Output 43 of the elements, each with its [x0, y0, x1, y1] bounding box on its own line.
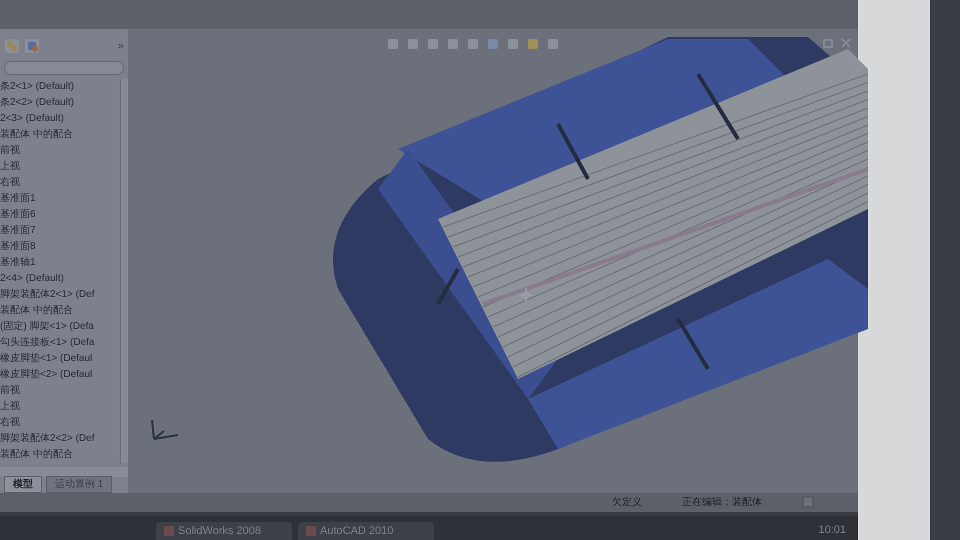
panel-tab[interactable]: 模型 — [4, 476, 42, 493]
tree-item[interactable]: 上视 — [0, 158, 120, 175]
tree-item[interactable]: 基准轴1 — [0, 254, 120, 271]
panel-toggle[interactable]: » — [118, 38, 124, 54]
close-icon[interactable] — [840, 36, 852, 49]
status-text: 欠定义 — [612, 496, 642, 510]
assembly-icon[interactable] — [4, 38, 20, 54]
tree-item[interactable]: 勾头连接板<1> (Defa — [0, 334, 120, 351]
tree-item[interactable]: 装配体 中的配合 — [0, 302, 120, 319]
horizontal-scrollbar[interactable] — [0, 466, 128, 477]
tree-item[interactable]: 橡皮脚垫<1> (Defaul — [0, 350, 120, 367]
tree-item[interactable]: 基准面7 — [0, 222, 120, 239]
app-icon — [164, 526, 174, 536]
tree-item[interactable]: 条2<1> (Default) — [0, 78, 120, 95]
tree-item[interactable]: 前视 — [0, 142, 120, 159]
tree-item[interactable]: 前视 — [0, 382, 120, 399]
tree-item[interactable]: 基准面6 — [0, 206, 120, 223]
tree-item[interactable]: 2<3> (Default) — [0, 110, 120, 127]
tree-item[interactable]: (固定) 脚架<1> (Defa — [0, 318, 120, 335]
clock: 10:01 — [818, 522, 846, 538]
taskbar-button[interactable]: SolidWorks 2008 — [156, 522, 292, 540]
tree-item[interactable]: 装配体 中的配合 — [0, 126, 120, 143]
scrollbar[interactable] — [120, 78, 128, 463]
filter-field[interactable] — [4, 60, 124, 75]
tree-item[interactable]: 装配体 中的配合 — [0, 446, 120, 463]
tree-item[interactable]: 2<4> (Default) — [0, 270, 120, 287]
tree-item[interactable]: 右视 — [0, 414, 120, 431]
tree-item[interactable]: 基准面1 — [0, 190, 120, 207]
taskbar-label: SolidWorks 2008 — [178, 524, 261, 539]
taskbar-button[interactable]: AutoCAD 2010 — [298, 522, 434, 540]
tree-item[interactable]: 上视 — [0, 398, 120, 415]
tree-item[interactable]: 基准面8 — [0, 238, 120, 255]
part-icon[interactable] — [24, 38, 40, 54]
tree-item[interactable]: 脚架装配体2<1> (Def — [0, 286, 120, 303]
origin-icon — [518, 286, 534, 303]
tree-item[interactable]: 右视 — [0, 174, 120, 191]
tree-item[interactable]: 脚架装配体2<2> (Def — [0, 430, 120, 447]
restore-icon[interactable] — [822, 36, 834, 49]
tree-item[interactable]: 橡皮脚垫<2> (Defaul — [0, 366, 120, 383]
status-text: 正在编辑：装配体 — [682, 496, 762, 510]
app-icon — [306, 526, 316, 536]
taskbar-label: AutoCAD 2010 — [320, 524, 394, 539]
tree-item[interactable]: 条2<2> (Default) — [0, 94, 120, 111]
